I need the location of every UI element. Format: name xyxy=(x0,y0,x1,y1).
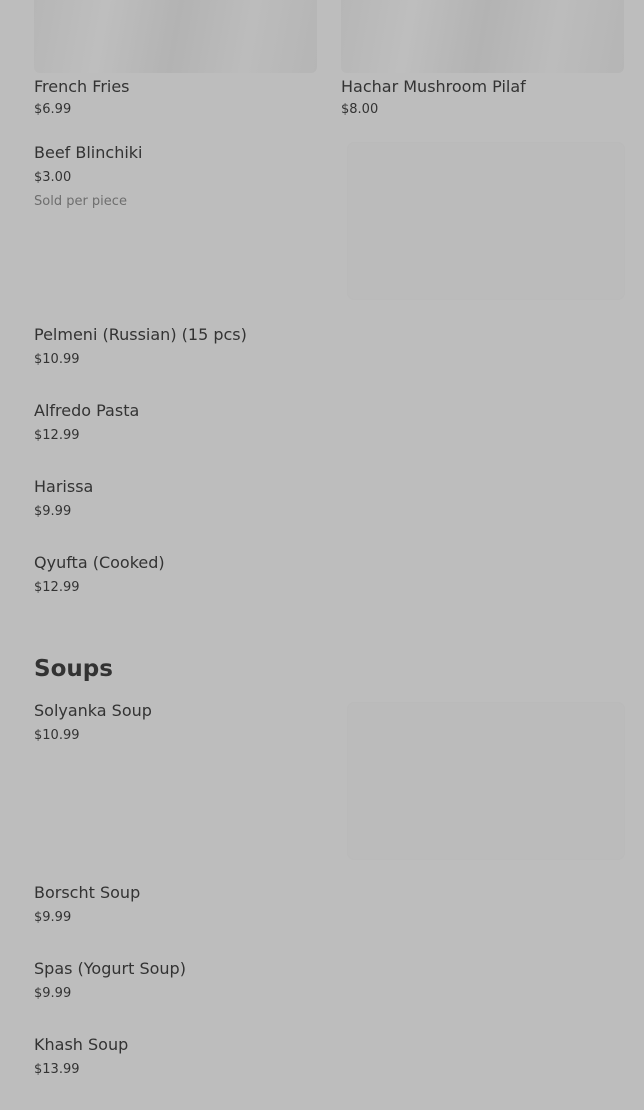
item-price: $3.00 xyxy=(34,170,72,185)
item-price: $9.99 xyxy=(34,986,72,1001)
item-price: $10.99 xyxy=(34,352,80,367)
item-image[interactable] xyxy=(34,0,317,73)
item-price: $9.99 xyxy=(34,910,72,925)
item-price: $8.00 xyxy=(341,102,379,117)
item-name: Qyufta (Cooked) xyxy=(34,553,165,572)
item-price: $10.99 xyxy=(34,728,80,743)
item-name: Pelmeni (Russian) (15 pcs) xyxy=(34,325,247,344)
item-name: Alfredo Pasta xyxy=(34,401,140,420)
item-price: $12.99 xyxy=(34,428,80,443)
item-price: $13.99 xyxy=(34,1062,80,1077)
item-name: Beef Blinchiki xyxy=(34,143,143,162)
item-price: $9.99 xyxy=(34,504,72,519)
section-title-soups: Soups xyxy=(34,656,113,682)
item-name: Harissa xyxy=(34,477,94,496)
item-image[interactable] xyxy=(348,143,624,299)
item-name: Solyanka Soup xyxy=(34,701,152,720)
item-name: Borscht Soup xyxy=(34,883,141,902)
item-image[interactable] xyxy=(348,703,624,859)
menu-page: French Fries $6.99 Hachar Mushroom Pilaf… xyxy=(0,0,644,1110)
item-price: $6.99 xyxy=(34,102,72,117)
item-name: Hachar Mushroom Pilaf xyxy=(341,77,526,96)
item-image[interactable] xyxy=(341,0,624,73)
item-price: $12.99 xyxy=(34,580,80,595)
item-name: French Fries xyxy=(34,77,130,96)
item-name: Khash Soup xyxy=(34,1035,129,1054)
item-note: Sold per piece xyxy=(34,194,127,209)
item-name: Spas (Yogurt Soup) xyxy=(34,959,186,978)
